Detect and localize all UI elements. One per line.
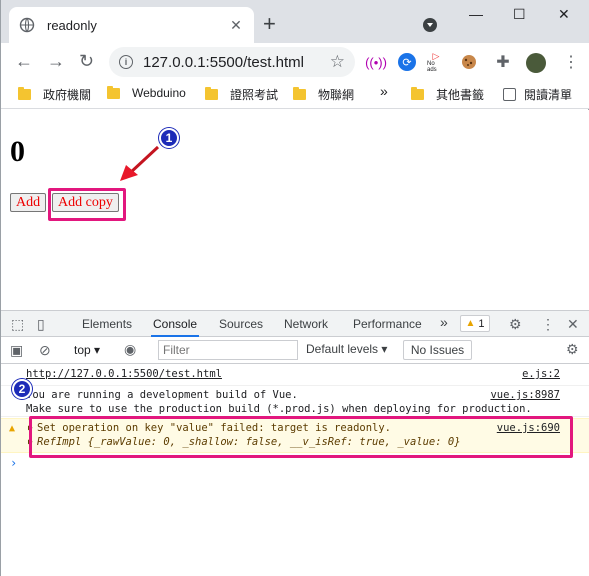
reading-list-icon: [503, 88, 516, 101]
folder-icon: [293, 87, 306, 100]
folder-icon: [18, 87, 31, 100]
share-extension-icon[interactable]: ⟳: [398, 53, 416, 71]
menu-kebab-icon[interactable]: ⋮: [562, 53, 580, 71]
source-link[interactable]: e.js:2: [522, 368, 560, 380]
devtools-menu-icon[interactable]: ⋮: [541, 316, 555, 332]
url-text: 127.0.0.1:5500/test.html: [143, 53, 304, 71]
maximize-button[interactable]: ☐: [513, 6, 526, 23]
cookie-extension-icon[interactable]: [460, 53, 478, 71]
console-message: http://127.0.0.1:5500/test.html e.js:2: [1, 368, 589, 386]
highlight-box-console-warning: [29, 416, 573, 458]
device-toolbar-icon[interactable]: ▯: [37, 316, 45, 332]
context-selector[interactable]: top ▾: [74, 343, 100, 357]
extensions-puzzle-icon[interactable]: ✚: [494, 53, 512, 71]
console-prompt-icon[interactable]: ›: [10, 456, 17, 470]
tab-search-icon[interactable]: [423, 18, 437, 32]
sidebar-toggle-icon[interactable]: ▣: [10, 342, 23, 358]
live-expression-eye-icon[interactable]: ◉: [124, 341, 136, 357]
bookmarks-bar: 政府機關 Webduino 證照考試 物聯網 » 其他書籤 閱讀清單: [1, 79, 589, 109]
bookmark-label: 政府機關: [43, 88, 92, 102]
log-levels-dropdown[interactable]: Default levels ▾: [306, 342, 387, 356]
source-link[interactable]: vue.js:8987: [490, 389, 560, 401]
globe-icon: [19, 17, 35, 33]
devtools-tabbar: ⬚ ▯ Elements Console Sources Network Per…: [1, 311, 589, 337]
extension-radio-icon[interactable]: ((•)): [365, 53, 387, 71]
browser-tab[interactable]: readonly ✕: [9, 7, 254, 43]
new-tab-button[interactable]: +: [263, 13, 276, 35]
console-settings-gear-icon[interactable]: ⚙: [566, 341, 579, 357]
console-text: You are running a development build of V…: [26, 389, 298, 401]
console-filter-input[interactable]: [158, 340, 298, 360]
close-tab-icon[interactable]: ✕: [228, 17, 244, 33]
reading-list[interactable]: 閱讀清單: [503, 86, 572, 103]
bookmark-folder[interactable]: 政府機關: [18, 86, 91, 103]
clear-console-icon[interactable]: ⊘: [39, 342, 51, 358]
folder-icon: [107, 85, 120, 99]
console-output: http://127.0.0.1:5500/test.html e.js:2 Y…: [1, 364, 589, 576]
info-icon[interactable]: i: [119, 55, 133, 69]
annotation-badge-2: 2: [12, 379, 32, 399]
other-bookmarks-label: 其他書籤: [436, 88, 485, 102]
profile-avatar[interactable]: [526, 53, 546, 73]
console-toolbar: ▣ ⊘ top ▾ ◉ Default levels ▾ No Issues ⚙: [1, 337, 589, 364]
console-url-link[interactable]: http://127.0.0.1:5500/test.html: [26, 368, 222, 380]
bookmark-folder[interactable]: Webduino: [107, 85, 186, 100]
warning-count: 1: [478, 317, 485, 330]
red-arrow-icon: [120, 145, 160, 181]
folder-icon: [205, 87, 218, 100]
bookmark-folder[interactable]: 物聯網: [293, 86, 354, 103]
context-label: top: [74, 343, 91, 357]
add-button[interactable]: Add: [10, 193, 47, 212]
warning-counter[interactable]: ▲ 1: [460, 315, 490, 332]
bookmark-folder[interactable]: 證照考試: [205, 86, 278, 103]
folder-icon: [411, 87, 424, 100]
bookmarks-overflow-button[interactable]: »: [380, 83, 388, 99]
noads-extension-icon[interactable]: ▷ No ads: [427, 51, 445, 73]
bookmark-label: 證照考試: [230, 88, 279, 102]
annotation-badge-1: 1: [159, 128, 179, 148]
close-devtools-icon[interactable]: ✕: [567, 316, 579, 332]
warning-icon: ▲: [465, 318, 476, 329]
browser-window: readonly ✕ + — ☐ ✕ ← → ↻ i 127.0.0.1:550…: [0, 0, 589, 576]
tab-console[interactable]: Console: [150, 317, 200, 337]
bookmark-label: 物聯網: [318, 88, 355, 102]
close-window-button[interactable]: ✕: [558, 6, 570, 23]
console-text: Make sure to use the production build (*…: [26, 403, 532, 415]
address-bar[interactable]: i 127.0.0.1:5500/test.html ☆: [109, 47, 355, 77]
highlight-box-add-copy: [48, 188, 126, 221]
warning-icon: ▲: [9, 423, 16, 434]
reload-button[interactable]: ↻: [79, 50, 94, 72]
tab-performance[interactable]: Performance: [353, 317, 422, 331]
settings-gear-icon[interactable]: ⚙: [509, 316, 522, 332]
other-bookmarks[interactable]: 其他書籤: [411, 86, 484, 103]
reading-list-label: 閱讀清單: [524, 88, 573, 102]
inspect-element-icon[interactable]: ⬚: [11, 316, 24, 332]
back-button[interactable]: ←: [15, 50, 33, 72]
tab-sources[interactable]: Sources: [219, 317, 263, 331]
tab-title: readonly: [47, 17, 97, 33]
tab-network[interactable]: Network: [284, 317, 328, 331]
bookmark-label: Webduino: [132, 86, 186, 100]
tab-elements[interactable]: Elements: [82, 317, 132, 331]
bookmark-star-icon[interactable]: ☆: [330, 52, 345, 72]
minimize-button[interactable]: —: [469, 6, 483, 22]
more-tabs-button[interactable]: »: [440, 314, 448, 330]
browser-toolbar: ← → ↻ i 127.0.0.1:5500/test.html ☆ ((•))…: [1, 43, 589, 79]
tab-strip: readonly ✕ + — ☐ ✕: [1, 0, 589, 43]
page-content: 0 Add Add copy 1: [1, 110, 589, 310]
forward-button[interactable]: →: [47, 50, 65, 72]
issues-button[interactable]: No Issues: [403, 340, 472, 360]
console-message: You are running a development build of V…: [1, 386, 589, 417]
counter-value: 0: [10, 135, 25, 168]
